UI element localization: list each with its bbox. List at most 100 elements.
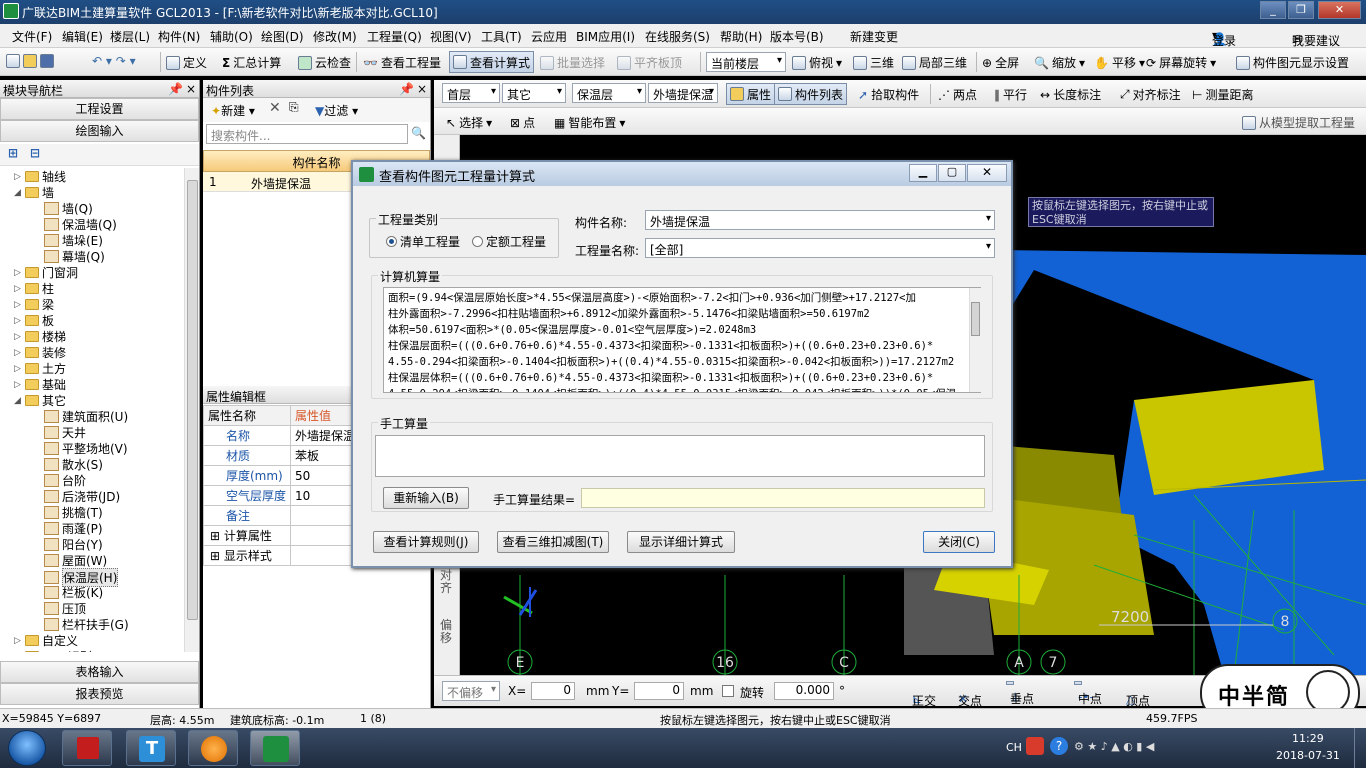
smart-layout-button[interactable]: ▦ 智能布置 ▾ [554,114,625,131]
ime-icon[interactable] [1026,737,1044,755]
qty-name-select[interactable]: [全部] [645,238,995,258]
menu-quantity[interactable]: 工程量(Q) [367,28,422,45]
menu-new-change[interactable]: 新建变更 [850,28,898,45]
screen-rotate-button[interactable]: ⟳ 屏幕旋转 ▾ [1146,54,1216,71]
filter-button[interactable]: ▼过滤 ▾ [315,102,358,119]
reinput-button[interactable]: 重新输入(B) [383,487,469,509]
undo-redo[interactable]: ↶ ▾ ↷ ▾ [92,54,136,68]
taskbar-app-t[interactable]: T [126,730,176,766]
collapse-arrow-icon[interactable]: ◢ [14,188,22,198]
collapse-arrow-icon[interactable]: ◢ [14,396,22,406]
login-button[interactable]: 👤 登录 ▾ [1212,28,1236,48]
component-name-select[interactable]: 外墙提保温 [645,210,995,230]
expand-arrow-icon[interactable]: ▷ [14,332,22,342]
menu-edit[interactable]: 编辑(E) [62,28,103,45]
prop-group-calc[interactable]: ⊞ 计算属性 [202,525,292,546]
batch-select-button[interactable]: 批量选择 [540,54,605,71]
tree-scrollbar[interactable] [184,168,199,652]
tree-item[interactable]: 建筑面积(U) [44,408,128,425]
pin-icon[interactable]: 📌 [168,82,183,96]
3d-button[interactable]: 三维 [853,54,894,71]
close-icon[interactable]: × [186,82,196,96]
expand-arrow-icon[interactable]: ▷ [14,172,22,182]
tree-item[interactable]: 栏板(K) [44,584,103,601]
expand-arrow-icon[interactable]: ▷ [14,364,22,374]
tree-folder[interactable]: ▷ CAD识别 [14,648,92,652]
tree-item[interactable]: 幕墙(Q) [44,248,105,265]
zoom-button[interactable]: 🔍 缩放 ▾ [1034,54,1085,71]
pick-component-button[interactable]: ➚ 拾取构件 [858,86,919,103]
measure-distance-button[interactable]: ⊢ 测量距离 [1192,86,1253,103]
close-icon[interactable]: × [417,82,427,96]
rotate-input[interactable]: 0.000 [774,682,834,700]
tree-folder[interactable]: ▷ 土方 [14,360,66,377]
manual-formula-input[interactable] [375,435,985,477]
list-qty-radio[interactable]: 清单工程量 [386,233,460,250]
view-3d-deduction-button[interactable]: 查看三维扣减图(T) [497,531,609,553]
offset-mode-select[interactable]: 不偏移 [442,681,500,701]
project-settings-button[interactable]: 工程设置 [0,98,199,120]
expand-arrow-icon[interactable]: ▷ [14,268,22,278]
tree-folder[interactable]: ▷ 自定义 [14,632,78,649]
table-input-button[interactable]: 表格输入 [0,661,199,683]
tree-item[interactable]: 平整场地(V) [44,440,128,457]
collapse-all-icon[interactable]: ⊟ [30,146,40,160]
expand-arrow-icon[interactable]: ▷ [14,380,22,390]
menu-floor[interactable]: 楼层(L) [110,28,150,45]
extract-from-model-button[interactable]: 从模型提取工程量 [1242,114,1355,131]
tree-folder[interactable]: ▷ 柱 [14,280,54,297]
expand-arrow-icon[interactable]: ▷ [14,636,22,646]
tree-folder[interactable]: ▷ 门窗洞 [14,264,78,281]
expand-arrow-icon[interactable]: ▷ [14,652,22,653]
component-select[interactable]: 外墙提保温 [648,83,718,103]
two-points-button[interactable]: ⋰ 两点 [938,86,977,103]
tree-item[interactable]: 台阶 [44,472,86,489]
menu-modify[interactable]: 修改(M) [313,28,357,45]
tree-item[interactable]: 墙垛(E) [44,232,103,249]
tree-item[interactable]: 天井 [44,424,86,441]
top-view-button[interactable]: 俯视 ▾ [792,54,842,71]
point-button[interactable]: ⊠ 点 [510,114,535,131]
display-settings-button[interactable]: 构件图元显示设置 [1236,54,1349,71]
tree-item[interactable]: 挑檐(T) [44,504,103,521]
tree-item[interactable]: 压顶 [44,600,86,617]
x-input[interactable]: 0 [531,682,575,700]
floor-select[interactable]: 首层 [442,83,500,103]
select-button[interactable]: ↖ 选择 ▾ [446,114,492,131]
maximize-button[interactable]: ❐ [1288,1,1314,19]
tree-item[interactable]: 散水(S) [44,456,103,473]
expand-arrow-icon[interactable]: ▷ [14,300,22,310]
expand-all-icon[interactable]: ⊞ [8,146,18,160]
fullscreen-button[interactable]: ⊕ 全屏 [982,54,1019,71]
define-button[interactable]: 定义 [166,54,207,71]
component-search-input[interactable]: 搜索构件... [206,124,408,144]
dialog-minimize-button[interactable]: ▁ [909,164,937,182]
y-input[interactable]: 0 [634,682,684,700]
tree-item[interactable]: 阳台(Y) [44,536,103,553]
pin-icon[interactable]: 📌 [399,82,414,96]
dialog-close-icon[interactable]: ✕ [967,164,1007,182]
dialog-close-button[interactable]: 关闭(C) [923,531,995,553]
midpoint-toggle[interactable]: -•- 中点 [1074,681,1102,706]
tree-folder[interactable]: ▷ 轴线 [14,168,66,185]
menu-assist[interactable]: 辅助(O) [210,28,253,45]
offset-label[interactable]: 偏移 [440,619,454,645]
new-component-button[interactable]: ✦新建 ▾ [211,102,255,119]
properties-button[interactable]: 属性 [726,83,776,105]
menu-bim[interactable]: BIM应用(I) [576,28,635,45]
tree-item[interactable]: 屋面(W) [44,552,107,569]
menu-component[interactable]: 构件(N) [158,28,200,45]
tree-item[interactable]: 后浇带(JD) [44,488,120,505]
clock-time[interactable]: 11:29 [1292,732,1324,745]
align-mark-button[interactable]: ⤢ 对齐标注 [1120,86,1181,103]
local-3d-button[interactable]: 局部三维 [902,54,967,71]
tray-icons[interactable]: ⚙ ★ ♪ ▲ ◐ ▮ ◀ [1074,740,1154,753]
formula-textarea[interactable]: 面积=(9.94<保温层原始长度>*4.55<保温层高度>)-<原始面积>-7.… [383,287,981,393]
start-button[interactable] [8,730,46,766]
copy-icon[interactable]: ⎘ [289,100,299,115]
tree-folder[interactable]: ▷ 楼梯 [14,328,66,345]
menu-help[interactable]: 帮助(H) [720,28,762,45]
taskbar-app-gcl[interactable] [250,730,300,766]
clock-date[interactable]: 2018-07-31 [1276,749,1340,762]
expand-arrow-icon[interactable]: ▷ [14,284,22,294]
